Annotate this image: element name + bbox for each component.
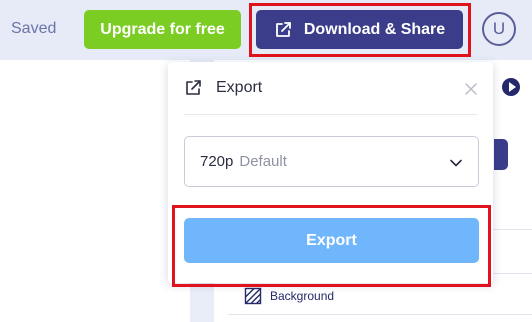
top-bar: Saved Upgrade for free Download & Share … bbox=[0, 0, 532, 60]
user-avatar[interactable]: U bbox=[482, 12, 516, 46]
export-popover-title: Export bbox=[216, 79, 263, 96]
resolution-default-hint: Default bbox=[239, 153, 287, 170]
export-popover-header: Export bbox=[168, 62, 493, 114]
side-panel-divider bbox=[228, 314, 532, 315]
play-arrow-icon[interactable] bbox=[502, 78, 520, 96]
resolution-select[interactable]: 720p Default bbox=[184, 136, 479, 187]
export-popover: Export 720p Default Export bbox=[168, 62, 493, 283]
upgrade-button-label: Upgrade for free bbox=[100, 20, 225, 38]
layer-item-label: Background bbox=[270, 289, 335, 303]
background-pattern-icon bbox=[244, 287, 262, 305]
upgrade-button[interactable]: Upgrade for free bbox=[84, 10, 241, 49]
download-share-label: Download & Share bbox=[303, 20, 446, 38]
avatar-initial: U bbox=[492, 19, 506, 38]
saved-status: Saved bbox=[11, 20, 57, 37]
chevron-down-icon bbox=[450, 159, 462, 167]
download-share-button[interactable]: Download & Share bbox=[256, 10, 463, 49]
layer-item-background[interactable]: Background bbox=[244, 287, 334, 305]
export-button[interactable]: Export bbox=[184, 218, 479, 263]
external-link-icon bbox=[275, 21, 291, 37]
external-link-icon bbox=[186, 80, 201, 95]
close-icon[interactable] bbox=[464, 82, 478, 96]
export-popover-divider bbox=[184, 114, 477, 115]
resolution-value: 720p bbox=[200, 153, 234, 170]
export-button-label: Export bbox=[306, 231, 357, 249]
side-panel-button[interactable] bbox=[494, 139, 508, 170]
